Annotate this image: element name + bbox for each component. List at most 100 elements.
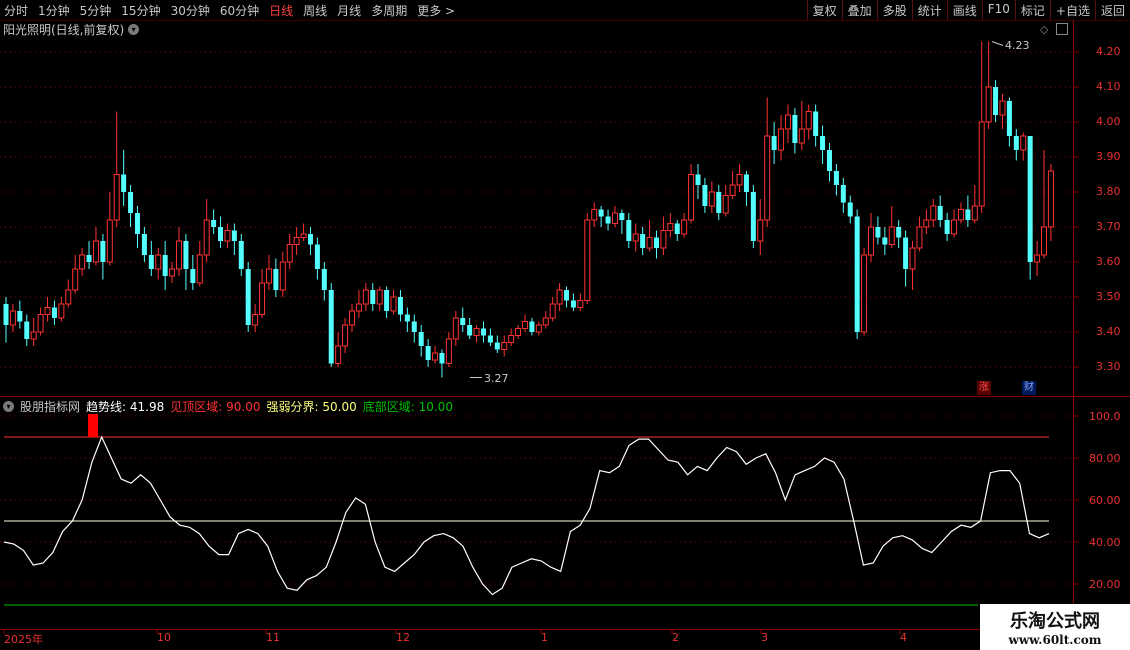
candle-body [847,202,853,217]
candle-body [51,307,57,318]
candle-body [909,247,916,270]
candle-body [923,219,930,228]
candle-body [535,324,542,333]
candle-body [764,135,771,221]
candle-body [370,290,376,304]
candle-body [564,290,570,301]
candle-body [286,244,293,263]
candle-body [729,184,736,196]
candle-body [903,237,909,269]
candle-body [861,254,868,333]
candle-body [792,115,798,143]
candle-body [24,321,30,339]
candle-body [584,219,591,301]
watermark: 乐淘公式网 www.60lt.com [980,604,1130,650]
candle-body [542,317,549,326]
candle-body [79,254,86,270]
candle-body [882,237,888,245]
candle-body [3,304,9,325]
candle-body [390,296,397,312]
candle-body [501,342,508,350]
candle-body [1027,136,1033,262]
candle-body [667,223,674,231]
candle-body [439,353,445,364]
candle-body [418,332,424,346]
candle-body [868,226,874,256]
candle-body [37,314,44,333]
candle-body [92,240,99,263]
candle-body [708,191,715,207]
candle-body [397,297,403,315]
candle-body [148,255,154,269]
candle-body [321,269,327,290]
candle-body [411,321,417,332]
candle-body [757,219,764,242]
candle-body [944,220,950,234]
candle-body [716,192,722,213]
candle-body [9,310,16,326]
candle-body [556,289,563,305]
candle-body [425,346,431,360]
candle-body [162,255,168,276]
candle-body [238,241,244,269]
candle-body [840,185,846,203]
trend-line [3,435,1050,596]
candle-body [577,300,584,308]
candle-body [549,303,556,319]
candle-body [196,254,203,284]
candle-body [1041,226,1047,256]
candle-body [888,226,895,245]
candle-body [445,338,452,364]
candle-body [293,237,300,245]
candle-body [273,269,279,290]
candle-body [314,244,320,269]
high-price-arrow [991,41,1004,46]
candle-body [1047,170,1054,228]
candle-body [349,310,355,326]
candle-body [813,111,819,136]
candle-body [155,254,162,270]
candle-body [1013,136,1019,150]
candle-body [805,111,812,130]
candle-body [307,234,313,245]
candle-body [259,282,266,315]
candle-body [750,192,756,241]
candle-body [978,121,985,207]
candle-body [784,114,791,130]
chart-canvas[interactable] [0,0,1130,650]
candle-body [598,209,604,217]
candle-body [999,100,1006,116]
candle-body [44,307,51,315]
candle-body [591,209,598,221]
candle-body [985,86,992,123]
candle-body [65,289,72,305]
candle-body [134,213,140,234]
candle-body [376,289,383,305]
candle-body [619,213,625,220]
candle-body [460,318,466,325]
candle-body [30,331,37,340]
candle-body [100,241,106,262]
candle-body [328,290,334,364]
candle-body [605,216,611,224]
candle-body [362,289,369,305]
candle-body [660,230,667,249]
candle-body [335,345,342,364]
candle-body [854,216,860,332]
candle-body [722,195,729,214]
candle-body [106,219,113,263]
candle-body [626,220,632,241]
candle-body [211,220,217,227]
candle-body [183,241,189,269]
candle-body [646,237,653,249]
candle-body [176,240,182,270]
candle-body [72,268,79,291]
candle-body [218,227,224,241]
candle-body [1006,101,1012,136]
candle-body [494,342,500,350]
candle-body [736,174,743,186]
candle-body [570,300,576,308]
watermark-url: www.60lt.com [1008,633,1102,647]
candle-body [632,233,639,242]
candle-body [300,233,307,238]
